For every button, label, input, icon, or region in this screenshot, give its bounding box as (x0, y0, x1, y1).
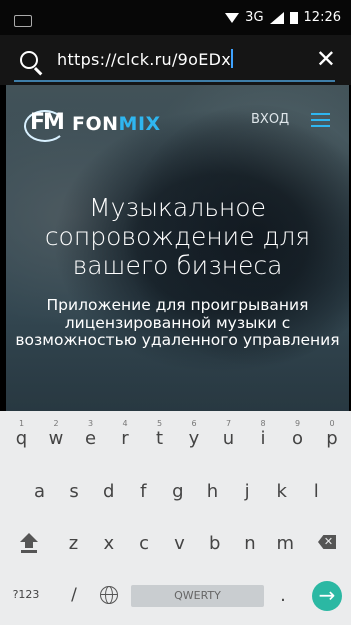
key-t[interactable]: 5t (142, 419, 177, 449)
slash-key[interactable]: / (64, 585, 84, 605)
url-input[interactable]: https://clck.ru/9oEDx (57, 49, 234, 69)
clock: 12:26 (303, 10, 341, 25)
key-label: r (121, 428, 129, 449)
key-label: y (188, 428, 200, 449)
key-b[interactable]: b (197, 533, 232, 554)
url-text: https://clck.ru/9oEDx (57, 50, 232, 69)
fonmix-logo[interactable]: FM FONMIX (24, 108, 161, 142)
key-q[interactable]: 1q (4, 419, 39, 449)
key-label: q (15, 428, 28, 449)
globe-icon (100, 586, 118, 604)
enter-key[interactable]: → (312, 581, 342, 611)
key-label: o (291, 428, 303, 449)
key-u[interactable]: 7u (211, 419, 246, 449)
key-number-hint: 4 (122, 419, 128, 428)
key-number-hint: 2 (53, 419, 59, 428)
key-y[interactable]: 6y (177, 419, 212, 449)
key-label: p (326, 428, 338, 449)
key-number-hint: 7 (225, 419, 232, 428)
language-key[interactable] (100, 586, 120, 606)
hero-title: Музыкальное сопровождение для вашего биз… (44, 193, 311, 280)
signal-icon (269, 11, 284, 24)
shift-icon (20, 533, 38, 542)
network-type: 3G (245, 10, 264, 25)
key-f[interactable]: f (126, 481, 161, 502)
status-bar: 3G 12:26 (0, 0, 351, 35)
logo-mark-icon: FM (24, 108, 68, 142)
key-w[interactable]: 2w (39, 419, 74, 449)
search-icon (20, 51, 38, 69)
key-number-hint: 8 (260, 419, 266, 428)
key-s[interactable]: s (57, 481, 92, 502)
close-icon[interactable]: ✕ (316, 47, 336, 71)
key-z[interactable]: z (56, 533, 91, 554)
key-h[interactable]: h (195, 481, 230, 502)
wifi-icon (225, 12, 240, 23)
symbols-key[interactable]: ?123 (8, 588, 44, 601)
space-bar[interactable]: QWERTY (131, 585, 264, 607)
key-x[interactable]: x (91, 533, 126, 554)
shift-key[interactable] (18, 531, 42, 555)
key-number-hint: 6 (191, 419, 197, 428)
key-number-hint: 3 (87, 419, 94, 428)
hero-subtitle: Приложение для проигрывания лицензирован… (15, 296, 340, 349)
key-number-hint: 0 (329, 419, 335, 428)
key-l[interactable]: l (299, 481, 334, 502)
arrow-right-icon: → (318, 583, 336, 607)
text-caret (231, 49, 234, 68)
url-underline (14, 80, 335, 82)
key-e[interactable]: 3e (73, 419, 108, 449)
backspace-key[interactable]: ✕ (318, 535, 342, 555)
key-i[interactable]: 8i (246, 419, 281, 449)
backspace-icon: ✕ (318, 535, 336, 549)
key-a[interactable]: a (22, 481, 57, 502)
key-g[interactable]: g (160, 481, 195, 502)
logo-text: FONMIX (72, 113, 161, 135)
key-label: e (84, 428, 97, 449)
keyboard-notification-icon (14, 15, 32, 27)
url-bar: https://clck.ru/9oEDx ✕ (0, 35, 351, 85)
soft-keyboard: 1q2w3e4r5t6y7u8i9o0p asdfghjkl ✕ zxcvbnm… (0, 411, 351, 625)
key-p[interactable]: 0p (315, 419, 350, 449)
key-k[interactable]: k (264, 481, 299, 502)
key-label: w (48, 428, 64, 449)
key-o[interactable]: 9o (280, 419, 315, 449)
key-j[interactable]: j (230, 481, 265, 502)
key-m[interactable]: m (268, 533, 303, 554)
key-n[interactable]: n (233, 533, 268, 554)
key-number-hint: 1 (18, 419, 25, 428)
key-label: i (260, 428, 266, 449)
key-number-hint: 5 (156, 419, 163, 428)
key-r[interactable]: 4r (108, 419, 143, 449)
key-label: u (222, 428, 235, 449)
key-label: t (155, 428, 164, 449)
key-v[interactable]: v (162, 533, 197, 554)
period-key[interactable]: . (276, 585, 290, 606)
key-d[interactable]: d (91, 481, 126, 502)
web-page: FM FONMIX ВХОД Музыкальное сопровождение… (6, 85, 349, 411)
menu-icon[interactable] (311, 113, 330, 131)
battery-icon (289, 11, 298, 24)
login-link[interactable]: ВХОД (251, 112, 289, 127)
key-c[interactable]: c (127, 533, 162, 554)
key-number-hint: 9 (294, 419, 301, 428)
